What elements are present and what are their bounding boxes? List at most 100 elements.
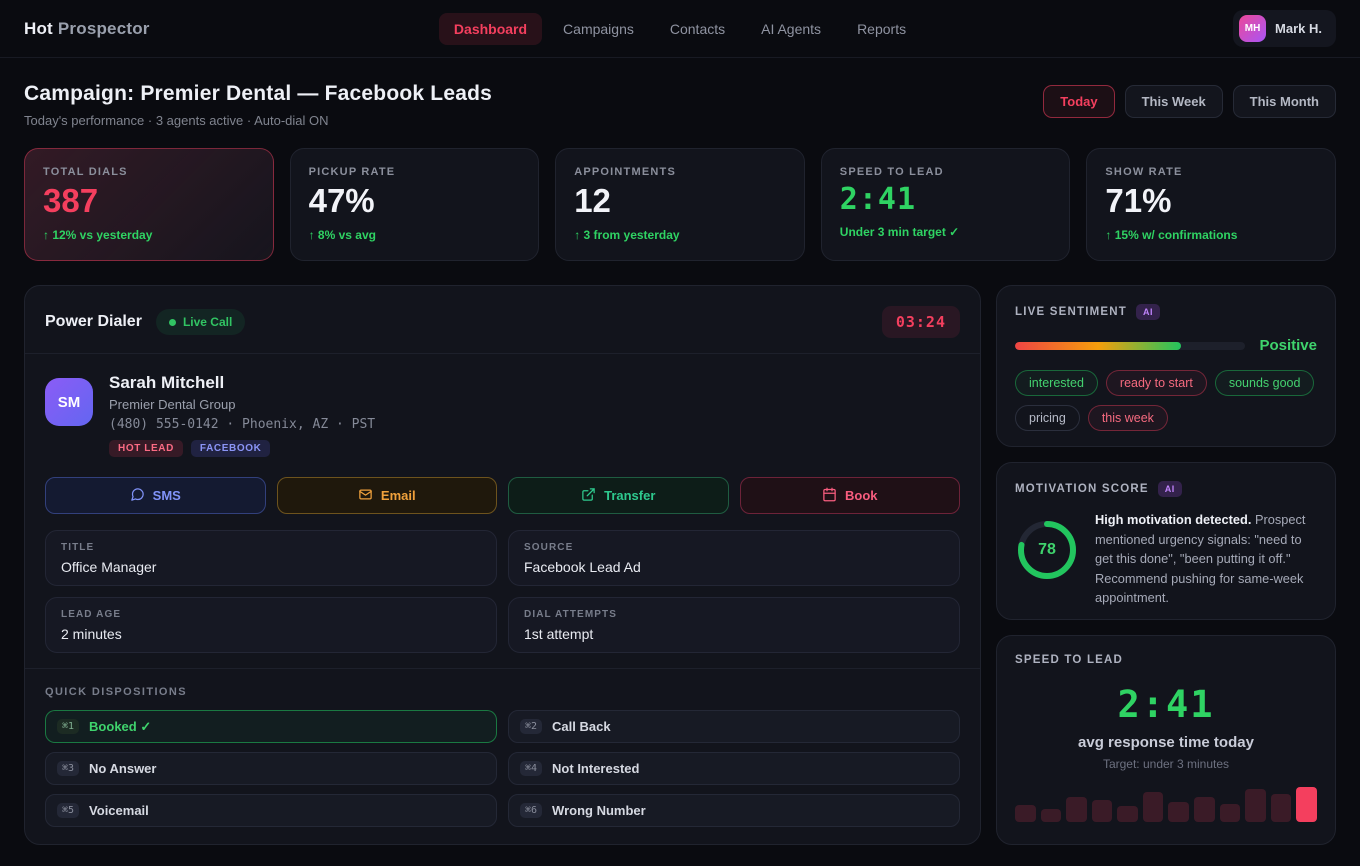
sentiment-keywords: interestedready to startsounds goodprici… [1015,370,1317,431]
call-actions: SMS Email Transfer Book [45,477,960,514]
speed-target: Target: under 3 minutes [1015,757,1317,771]
book-button[interactable]: Book [740,477,961,514]
field-label: DIAL ATTEMPTS [524,609,944,620]
speed-title-row: SPEED TO LEAD [1015,654,1317,666]
nav-link-ai-agents[interactable]: AI Agents [746,13,836,45]
contact-company: Premier Dental Group [109,397,375,412]
kpi-delta: ↑ 12% vs yesterday [43,228,255,242]
sentiment-keyword-ready-to-start: ready to start [1106,370,1207,396]
page-header: Campaign: Premier Dental — Facebook Lead… [0,58,1360,128]
motivation-title-row: MOTIVATION SCORE AI [1015,481,1317,497]
dispositions-heading: QUICK DISPOSITIONS [45,686,960,698]
field-value: Office Manager [61,559,481,575]
speed-bar-chart [1015,786,1317,822]
action-button-label: Transfer [604,488,655,503]
disposition-label: No Answer [89,761,156,776]
field-value: Facebook Lead Ad [524,559,944,575]
range-button-this-week[interactable]: This Week [1125,85,1223,118]
page-subtitle: Today's performance · 3 agents active · … [24,113,492,128]
speed-bar [1041,809,1062,822]
transfer-button[interactable]: Transfer [508,477,729,514]
motivation-body: 78 High motivation detected. Prospect me… [1015,510,1317,608]
field-source: SOURCEFacebook Lead Ad [508,530,960,586]
range-button-today[interactable]: Today [1043,85,1114,118]
power-dialer-panel: Power Dialer Live Call 03:24 SM Sarah Mi… [24,285,981,845]
user-name: Mark H. [1275,21,1322,36]
sms-button[interactable]: SMS [45,477,266,514]
shortcut-key-badge: ⌘3 [57,761,79,776]
live-call-label: Live Call [183,315,232,329]
contact-avatar: SM [45,378,93,426]
shortcut-key-badge: ⌘1 [57,719,79,734]
main-content: Power Dialer Live Call 03:24 SM Sarah Mi… [0,261,1360,845]
speed-to-lead-panel: SPEED TO LEAD 2:41 avg response time tod… [996,635,1336,845]
nav-link-contacts[interactable]: Contacts [655,13,740,45]
speed-bar [1245,789,1266,822]
brand-logo: Hot Prospector [24,19,150,39]
kpi-value: 47% [309,184,521,219]
user-menu[interactable]: MH Mark H. [1233,10,1336,47]
range-button-this-month[interactable]: This Month [1233,85,1336,118]
email-button[interactable]: Email [277,477,498,514]
nav-link-dashboard[interactable]: Dashboard [439,13,542,45]
disposition-no-answer[interactable]: ⌘3 No Answer [45,752,497,785]
field-title: TITLEOffice Manager [45,530,497,586]
shortcut-key-badge: ⌘6 [520,803,542,818]
user-avatar: MH [1239,15,1266,42]
sentiment-meter-row: Positive [1015,337,1317,354]
nav-link-reports[interactable]: Reports [842,13,921,45]
shortcut-key-badge: ⌘5 [57,803,79,818]
live-dot-icon [169,319,176,326]
disposition-label: Wrong Number [552,803,646,818]
contact-name: Sarah Mitchell [109,373,375,393]
motivation-gauge: 78 [1015,518,1079,582]
disposition-label: Voicemail [89,803,149,818]
disposition-label: Booked ✓ [89,719,151,735]
disposition-booked[interactable]: ⌘1 Booked ✓ [45,710,497,743]
contact-tag-hot-lead: HOT LEAD [109,440,183,457]
speed-bar [1117,806,1138,822]
kpi-label: PICKUP RATE [309,166,521,178]
nav-link-campaigns[interactable]: Campaigns [548,13,649,45]
kpi-value: 387 [43,184,255,219]
motivation-summary-lead: High motivation detected. [1095,512,1251,527]
dialer-title: Power Dialer [45,313,142,331]
kpi-card-total-dials: TOTAL DIALS387↑ 12% vs yesterday [24,148,274,261]
disposition-voicemail[interactable]: ⌘5 Voicemail [45,794,497,827]
disposition-not-interested[interactable]: ⌘4Not Interested [508,752,960,785]
shortcut-key-badge: ⌘2 [520,719,542,734]
kpi-label: APPOINTMENTS [574,166,786,178]
motivation-score-value: 78 [1015,518,1079,582]
nav-left: Hot Prospector [24,19,439,39]
sentiment-title: LIVE SENTIMENT [1015,306,1127,318]
motivation-summary: High motivation detected. Prospect menti… [1095,510,1317,608]
disposition-call-back[interactable]: ⌘2 Call Back [508,710,960,743]
kpi-delta: Under 3 min target ✓ [840,225,1052,239]
live-sentiment-panel: LIVE SENTIMENT AI Positive interestedrea… [996,285,1336,447]
chat-icon [130,487,145,505]
page-header-text: Campaign: Premier Dental — Facebook Lead… [24,82,492,128]
speed-bar [1194,797,1215,822]
speed-bar [1220,804,1241,822]
dispositions-grid: ⌘1 Booked ✓ ⌘2 Call Back ⌘3 No Answer ⌘4Not In… [45,710,960,827]
speed-bar [1143,792,1164,822]
mail-icon [358,487,373,505]
speed-bar [1092,800,1113,822]
contact-details: Sarah Mitchell Premier Dental Group (480… [109,373,375,457]
sentiment-title-row: LIVE SENTIMENT AI [1015,304,1317,320]
disposition-wrong-number[interactable]: ⌘6 Wrong Number [508,794,960,827]
contact-card: SM Sarah Mitchell Premier Dental Group (… [45,373,960,457]
kpi-card-pickup-rate: PICKUP RATE47%↑ 8% vs avg [290,148,540,261]
motivation-title: MOTIVATION SCORE [1015,483,1149,495]
lead-fields: TITLEOffice ManagerSOURCEFacebook Lead A… [45,530,960,653]
call-timer: 03:24 [882,306,960,338]
contact-tags: HOT LEADFACEBOOK [109,440,375,457]
right-column: LIVE SENTIMENT AI Positive interestedrea… [996,285,1336,845]
field-dial-attempts: DIAL ATTEMPTS1st attempt [508,597,960,653]
calendar-icon [822,487,837,505]
speed-bar [1168,802,1189,822]
brand-rest: Prospector [58,19,150,38]
top-nav: Hot Prospector DashboardCampaignsContact… [0,0,1360,58]
kpi-card-show-rate: SHOW RATE71%↑ 15% w/ confirmations [1086,148,1336,261]
disposition-label: Call Back [552,719,611,734]
